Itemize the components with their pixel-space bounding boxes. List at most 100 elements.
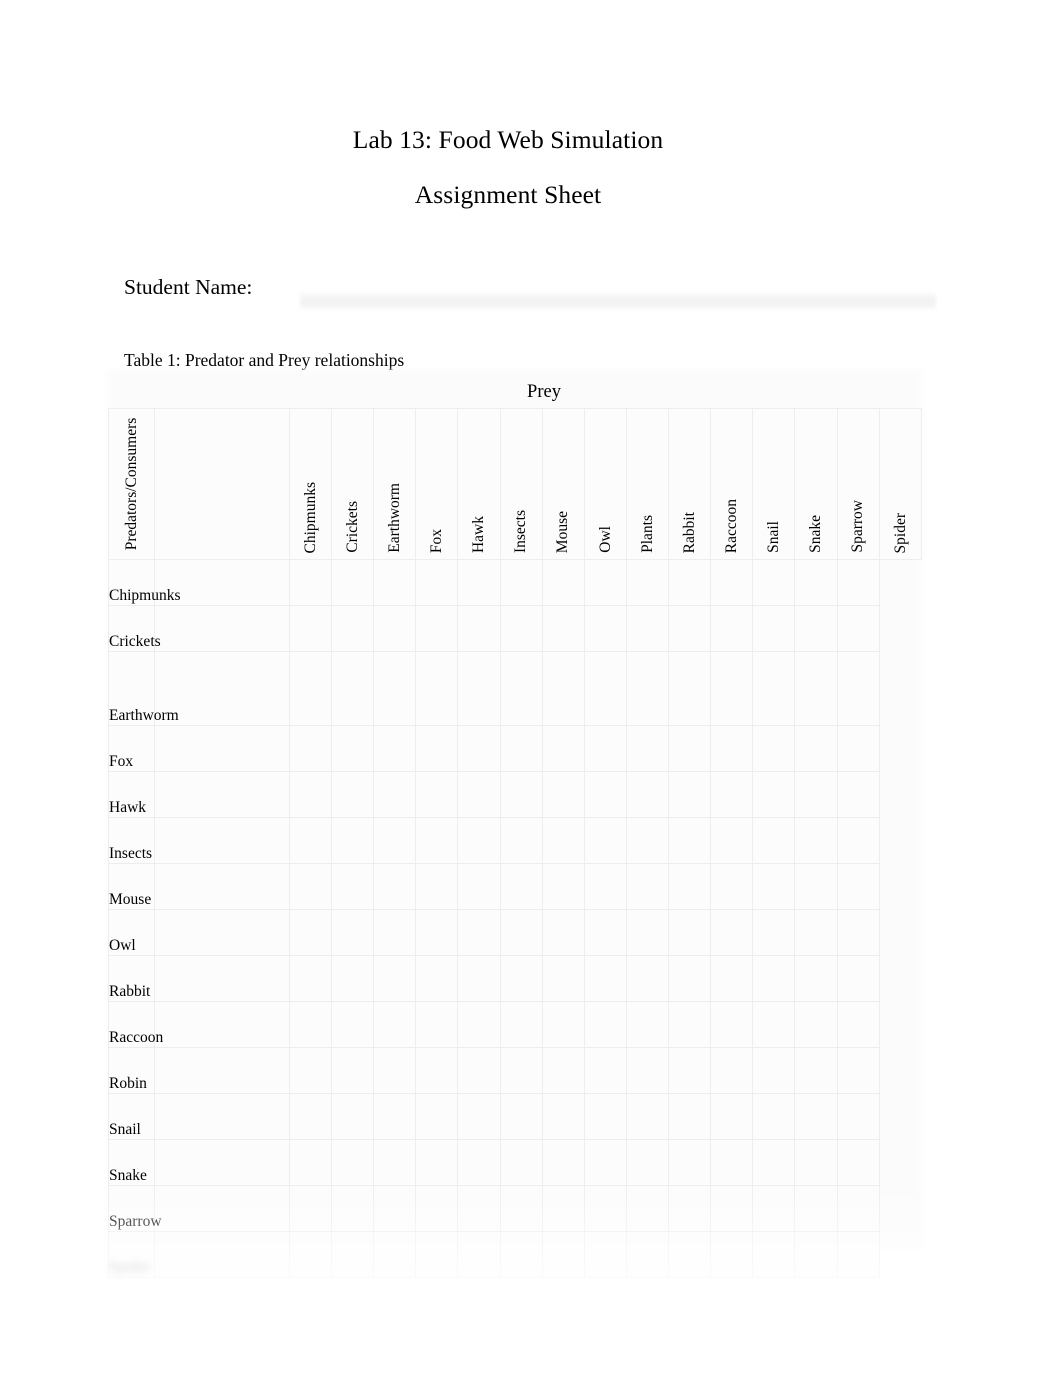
- table-cell[interactable]: [668, 1047, 712, 1094]
- table-cell[interactable]: [499, 863, 543, 910]
- table-cell[interactable]: [154, 771, 290, 818]
- table-cell[interactable]: [457, 863, 501, 910]
- table-cell[interactable]: [583, 651, 627, 726]
- table-cell[interactable]: [331, 863, 375, 910]
- table-cell[interactable]: [668, 725, 712, 772]
- table-cell[interactable]: [457, 651, 501, 726]
- table-cell[interactable]: [331, 1231, 375, 1278]
- table-cell[interactable]: [836, 955, 880, 1002]
- table-cell[interactable]: [668, 1139, 712, 1186]
- table-cell[interactable]: [668, 1185, 712, 1232]
- table-cell[interactable]: [752, 559, 796, 606]
- table-cell[interactable]: [836, 559, 880, 606]
- table-cell[interactable]: [794, 909, 838, 956]
- table-cell[interactable]: [625, 863, 670, 910]
- table-cell[interactable]: [710, 1093, 754, 1140]
- table-cell[interactable]: [794, 651, 838, 726]
- table-cell[interactable]: [154, 817, 290, 864]
- table-cell[interactable]: [541, 1231, 585, 1278]
- table-cell[interactable]: [752, 817, 796, 864]
- table-cell[interactable]: [752, 725, 796, 772]
- table-cell[interactable]: [331, 909, 375, 956]
- table-cell[interactable]: [331, 771, 375, 818]
- table-cell[interactable]: [457, 1001, 501, 1048]
- table-cell[interactable]: [288, 863, 333, 910]
- table-cell[interactable]: [499, 605, 543, 652]
- table-cell[interactable]: [710, 909, 754, 956]
- table-cell[interactable]: [794, 1185, 838, 1232]
- table-cell[interactable]: [668, 817, 712, 864]
- table-cell[interactable]: [288, 605, 333, 652]
- table-cell[interactable]: [288, 955, 333, 1002]
- table-cell[interactable]: [415, 1231, 459, 1278]
- table-cell[interactable]: [288, 559, 333, 606]
- table-cell[interactable]: [415, 955, 459, 1002]
- table-cell[interactable]: [499, 817, 543, 864]
- table-cell[interactable]: [583, 909, 627, 956]
- table-cell[interactable]: [583, 1185, 627, 1232]
- table-cell[interactable]: [331, 1093, 375, 1140]
- table-cell[interactable]: [154, 1231, 290, 1278]
- table-cell[interactable]: [373, 955, 417, 1002]
- table-cell[interactable]: [710, 1139, 754, 1186]
- table-cell[interactable]: [752, 955, 796, 1002]
- table-cell[interactable]: [154, 725, 290, 772]
- table-cell[interactable]: [794, 863, 838, 910]
- table-cell[interactable]: [625, 955, 670, 1002]
- table-cell[interactable]: [154, 1001, 290, 1048]
- table-cell[interactable]: [583, 1231, 627, 1278]
- table-cell[interactable]: [373, 1139, 417, 1186]
- table-cell[interactable]: [457, 909, 501, 956]
- table-cell[interactable]: [288, 817, 333, 864]
- table-cell[interactable]: [710, 817, 754, 864]
- table-cell[interactable]: [836, 651, 880, 726]
- table-cell[interactable]: [373, 1185, 417, 1232]
- table-cell[interactable]: [836, 1047, 880, 1094]
- table-cell[interactable]: [373, 725, 417, 772]
- table-cell[interactable]: [583, 1139, 627, 1186]
- table-cell[interactable]: [625, 1047, 670, 1094]
- table-cell[interactable]: [373, 559, 417, 606]
- table-cell[interactable]: [710, 559, 754, 606]
- table-cell[interactable]: [499, 955, 543, 1002]
- table-cell[interactable]: [710, 1231, 754, 1278]
- table-cell[interactable]: [373, 1231, 417, 1278]
- table-cell[interactable]: [373, 1001, 417, 1048]
- table-cell[interactable]: [373, 651, 417, 726]
- table-cell[interactable]: [752, 1185, 796, 1232]
- table-cell[interactable]: [752, 909, 796, 956]
- table-cell[interactable]: [415, 1139, 459, 1186]
- student-name-input[interactable]: [300, 291, 936, 311]
- table-cell[interactable]: [541, 725, 585, 772]
- table-cell[interactable]: [288, 651, 333, 726]
- table-cell[interactable]: [625, 771, 670, 818]
- table-cell[interactable]: [541, 955, 585, 1002]
- table-cell[interactable]: [288, 1185, 333, 1232]
- table-cell[interactable]: [288, 909, 333, 956]
- table-cell[interactable]: [457, 771, 501, 818]
- table-cell[interactable]: [836, 1001, 880, 1048]
- table-cell[interactable]: [288, 1047, 333, 1094]
- table-cell[interactable]: [710, 1185, 754, 1232]
- table-cell[interactable]: [499, 1001, 543, 1048]
- table-cell[interactable]: [499, 1139, 543, 1186]
- table-cell[interactable]: [836, 605, 880, 652]
- table-cell[interactable]: [288, 1231, 333, 1278]
- table-cell[interactable]: [154, 1047, 290, 1094]
- table-cell[interactable]: [457, 955, 501, 1002]
- table-cell[interactable]: [710, 863, 754, 910]
- table-cell[interactable]: [836, 1139, 880, 1186]
- table-cell[interactable]: [415, 817, 459, 864]
- table-cell[interactable]: [583, 817, 627, 864]
- table-cell[interactable]: [541, 817, 585, 864]
- table-cell[interactable]: [668, 651, 712, 726]
- table-cell[interactable]: [710, 771, 754, 818]
- table-cell[interactable]: [794, 771, 838, 818]
- table-cell[interactable]: [373, 817, 417, 864]
- table-cell[interactable]: [752, 605, 796, 652]
- table-cell[interactable]: [457, 1185, 501, 1232]
- table-cell[interactable]: [752, 1093, 796, 1140]
- table-cell[interactable]: [373, 863, 417, 910]
- table-cell[interactable]: [752, 1047, 796, 1094]
- table-cell[interactable]: [541, 559, 585, 606]
